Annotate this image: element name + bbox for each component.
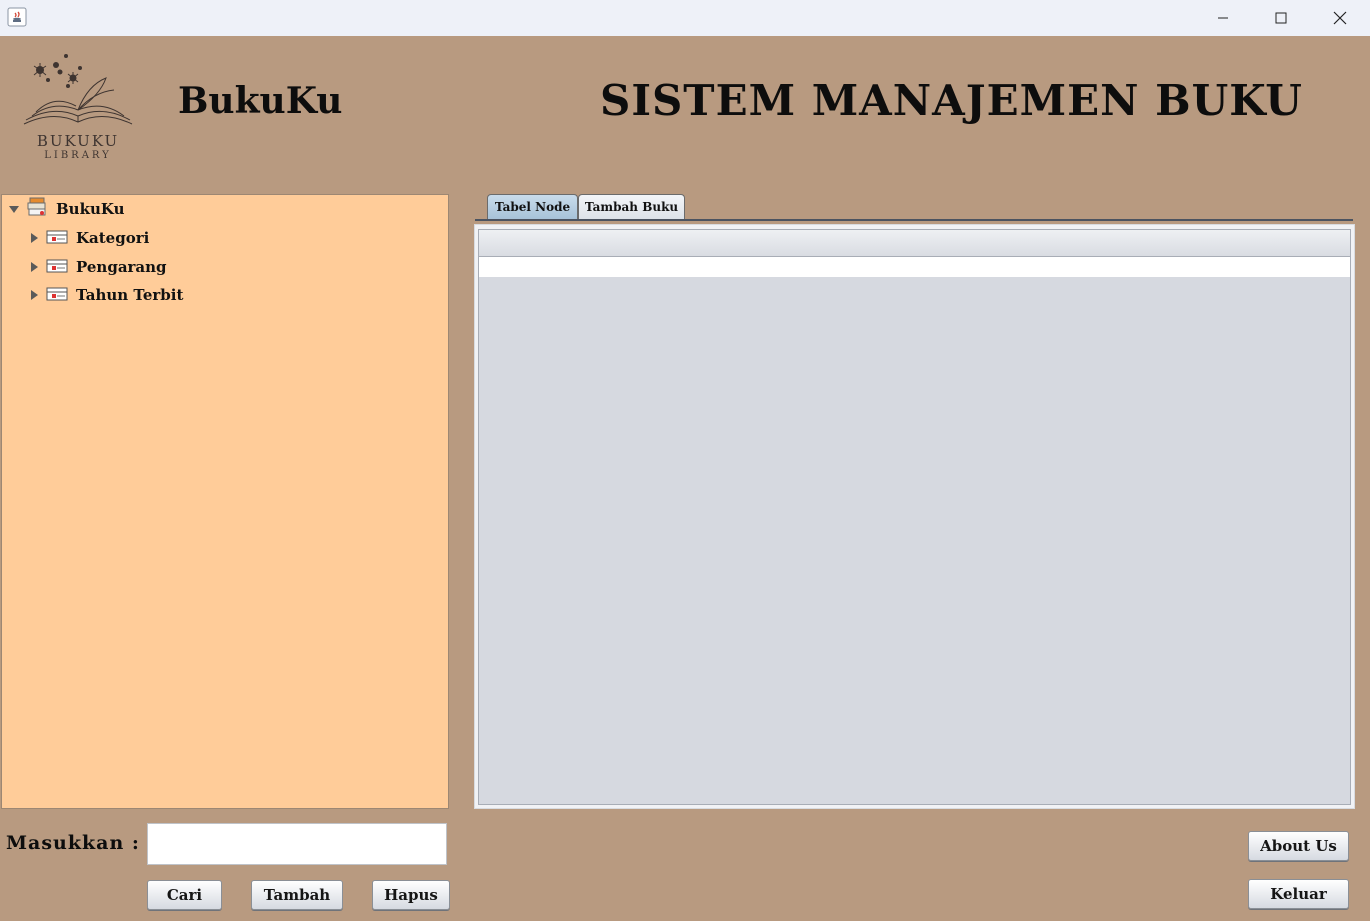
folder-book-icon bbox=[46, 256, 68, 278]
table-header[interactable] bbox=[479, 230, 1350, 257]
node-table-panel bbox=[474, 224, 1355, 809]
book-stack-icon bbox=[26, 196, 48, 222]
search-button[interactable]: Cari bbox=[147, 880, 222, 910]
table-row[interactable] bbox=[479, 257, 1350, 277]
maximize-button[interactable] bbox=[1252, 0, 1310, 36]
main-content: BUKUKU LIBRARY BukuKu SISTEM MANAJEMEN B… bbox=[0, 36, 1370, 921]
maximize-icon bbox=[1275, 12, 1287, 24]
collapsed-arrow-icon[interactable] bbox=[28, 289, 40, 301]
brand-name: BukuKu bbox=[178, 80, 343, 122]
close-button[interactable] bbox=[1311, 0, 1369, 36]
book-tree[interactable]: BukuKu Kategori Pengarang Tahun Terbit bbox=[1, 194, 449, 809]
collapsed-arrow-icon[interactable] bbox=[28, 232, 40, 244]
expanded-arrow-icon[interactable] bbox=[8, 203, 20, 215]
tree-node-kategori[interactable]: Kategori bbox=[28, 227, 149, 249]
search-input[interactable] bbox=[147, 823, 447, 865]
tab-bar: Tabel Node Tambah Buku bbox=[475, 194, 1353, 222]
book-logo-icon bbox=[23, 54, 133, 125]
tree-label-pengarang: Pengarang bbox=[76, 258, 167, 276]
tree-node-tahun-terbit[interactable]: Tahun Terbit bbox=[28, 284, 183, 306]
folder-book-icon bbox=[46, 227, 68, 249]
node-table[interactable] bbox=[478, 229, 1351, 805]
logo-text-bukuku: BUKUKU bbox=[36, 132, 120, 150]
tree-label-tahun-terbit: Tahun Terbit bbox=[76, 286, 184, 304]
tab-tambah-buku[interactable]: Tambah Buku bbox=[578, 194, 685, 219]
tree-label-root: BukuKu bbox=[56, 200, 125, 218]
collapsed-arrow-icon[interactable] bbox=[28, 261, 40, 273]
tree-node-pengarang[interactable]: Pengarang bbox=[28, 256, 167, 278]
minimize-icon bbox=[1217, 12, 1229, 24]
folder-book-icon bbox=[46, 284, 68, 306]
tree-node-root[interactable]: BukuKu bbox=[8, 196, 125, 222]
minimize-button[interactable] bbox=[1194, 0, 1252, 36]
window-titlebar bbox=[0, 0, 1370, 36]
tab-tabel-node[interactable]: Tabel Node bbox=[487, 194, 578, 219]
tab-divider bbox=[475, 219, 1353, 221]
input-label: Masukkan : bbox=[6, 832, 140, 854]
logo-text-library: LIBRARY bbox=[44, 150, 112, 161]
delete-button[interactable]: Hapus bbox=[372, 880, 450, 910]
exit-button[interactable]: Keluar bbox=[1248, 879, 1349, 909]
close-icon bbox=[1333, 11, 1347, 25]
add-button[interactable]: Tambah bbox=[251, 880, 343, 910]
about-us-button[interactable]: About Us bbox=[1248, 831, 1349, 861]
tree-label-kategori: Kategori bbox=[76, 229, 150, 247]
java-app-icon bbox=[7, 7, 27, 27]
page-title: SISTEM MANAJEMEN BUKU bbox=[600, 76, 1303, 125]
bukuku-logo: BUKUKU LIBRARY bbox=[18, 50, 138, 168]
